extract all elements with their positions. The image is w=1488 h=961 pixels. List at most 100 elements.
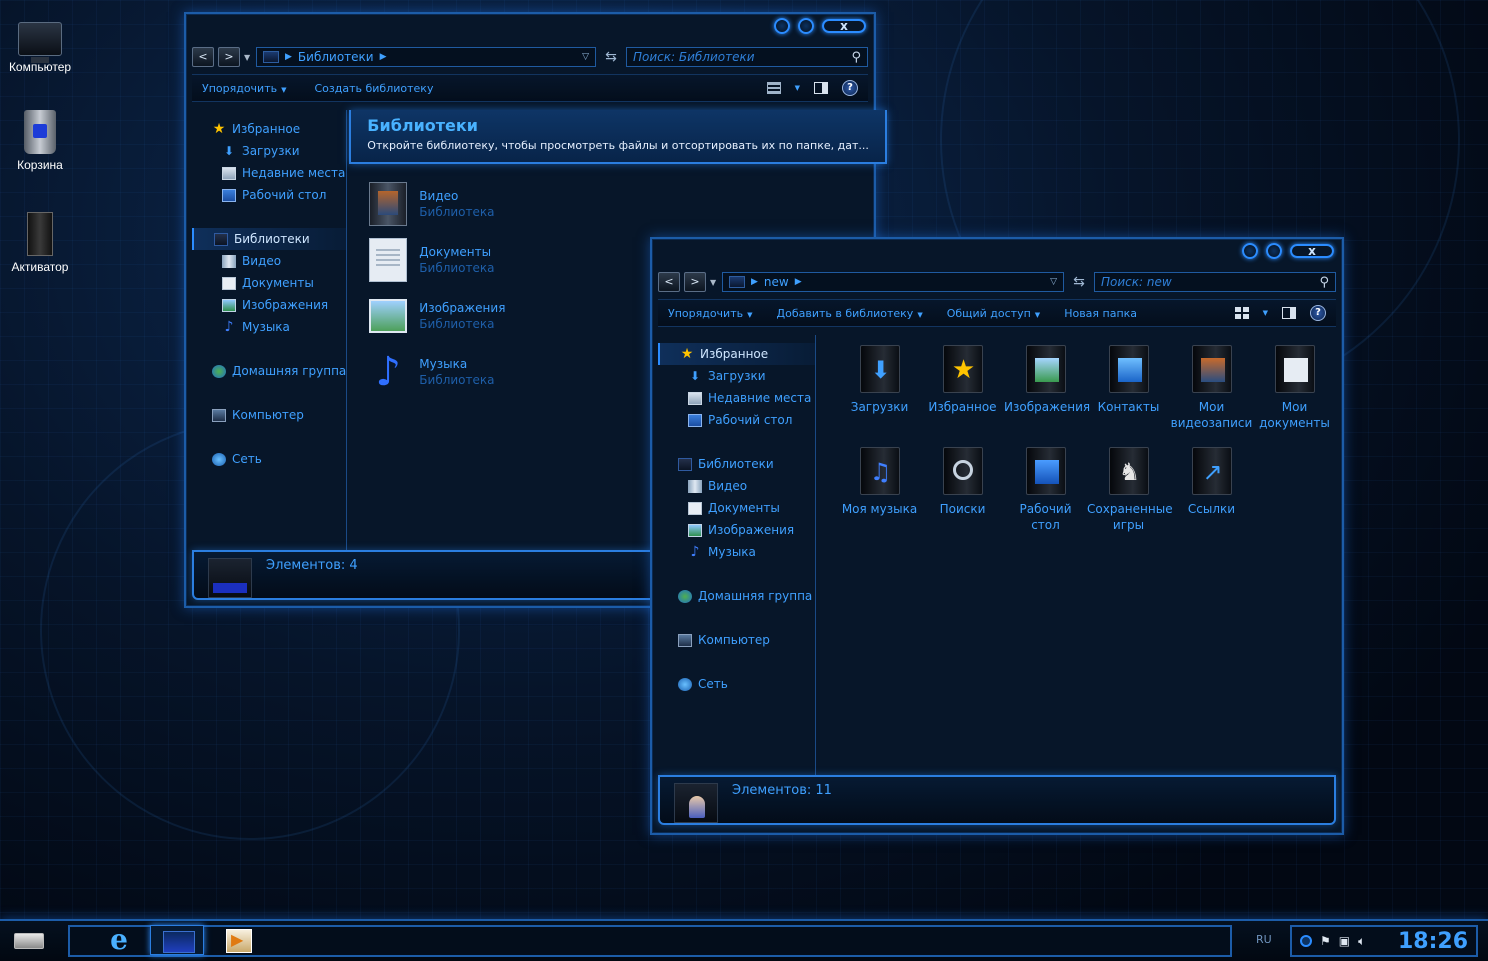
preview-pane-icon[interactable] [1282,307,1296,319]
close-button[interactable]: x [1290,244,1334,258]
address-bar[interactable]: ▶ new ▶ ▽ [722,272,1064,292]
nav-libraries[interactable]: Библиотеки [192,228,347,250]
address-dropdown-icon[interactable]: ▽ [1050,277,1057,287]
nav-homegroup[interactable]: Домашняя группа [658,585,815,607]
nav-libraries[interactable]: Библиотеки [658,453,815,475]
activator-icon [27,212,53,256]
preview-pane-icon[interactable] [814,82,828,94]
network-tray-icon[interactable]: ▣ [1339,934,1350,948]
folder-item[interactable]: Изображения [1004,341,1090,443]
view-details-icon[interactable] [766,82,781,94]
nav-images[interactable]: Изображения [192,294,346,316]
nav-music[interactable]: ♪ Музыка [192,316,346,338]
forward-button[interactable]: > [218,47,240,67]
search-icon[interactable]: ⚲ [851,50,861,65]
recent-pages-dropdown[interactable]: ▼ [244,53,252,62]
chevron-right-icon[interactable]: ▶ [380,52,387,62]
title-bar[interactable]: x [186,14,874,44]
folder-item[interactable]: Рабочий стол [1004,443,1087,545]
search-box[interactable]: ⚲ [626,47,868,67]
nav-homegroup[interactable]: Домашняя группа [192,360,346,382]
nav-favorites[interactable]: ★ Избранное [192,118,346,140]
nav-video[interactable]: Видео [192,250,346,272]
nav-desktop[interactable]: Рабочий стол [192,184,346,206]
explorer-taskbar-icon[interactable] [150,925,204,955]
language-indicator[interactable]: RU [1256,933,1272,946]
search-input[interactable] [1101,275,1320,289]
search-box[interactable]: ⚲ [1094,272,1336,292]
maximize-button[interactable] [798,18,814,34]
view-icons-icon[interactable] [1234,307,1249,319]
refresh-icon[interactable]: ⇆ [1068,272,1090,292]
folder-item[interactable]: ♫ Моя музыка [838,443,921,545]
back-button[interactable]: < [658,272,680,292]
new-folder-button[interactable]: Новая папка [1064,307,1137,320]
folder-item[interactable]: ↗ Ссылки [1170,443,1253,545]
help-icon[interactable]: ? [842,80,858,96]
search-icon[interactable]: ⚲ [1319,275,1329,290]
folder-item[interactable]: ★ Избранное [921,341,1004,443]
create-library-button[interactable]: Создать библиотеку [315,82,434,95]
clock[interactable]: 18:26 [1398,929,1468,954]
nav-computer[interactable]: Компьютер [192,404,346,426]
desktop-icon-recycle-bin[interactable]: Корзина [0,110,80,172]
nav-favorites[interactable]: ★ Избранное [658,343,815,365]
folder-item[interactable]: Мои видеозаписи [1170,341,1253,443]
nav-images[interactable]: Изображения [658,519,815,541]
refresh-icon[interactable]: ⇆ [600,47,622,67]
share-button[interactable]: Общий доступ ▼ [947,307,1040,320]
organize-button[interactable]: Упорядочить ▼ [202,82,287,95]
nav-recent-places[interactable]: Недавние места [658,387,815,409]
favorites-folder-icon: ★ [942,345,983,393]
tray-app-icon[interactable] [1300,935,1312,947]
breadcrumb-item[interactable]: new [764,275,789,289]
nav-music[interactable]: ♪ Музыка [658,541,815,563]
view-dropdown-icon[interactable]: ▼ [795,84,800,92]
recent-pages-dropdown[interactable]: ▼ [710,278,718,287]
nav-network[interactable]: Сеть [658,673,815,695]
chevron-right-icon[interactable]: ▶ [795,277,802,287]
nav-downloads[interactable]: ⬇ Загрузки [658,365,815,387]
breadcrumb-item[interactable]: Библиотеки [298,50,374,64]
nav-desktop[interactable]: Рабочий стол [658,409,815,431]
close-button[interactable]: x [822,19,866,33]
nav-recent-places[interactable]: Недавние места [192,162,346,184]
nav-computer[interactable]: Компьютер [658,629,815,651]
address-bar[interactable]: ▶ Библиотеки ▶ ▽ [256,47,596,67]
forward-button[interactable]: > [684,272,706,292]
nav-documents[interactable]: Документы [658,497,815,519]
view-dropdown-icon[interactable]: ▼ [1263,309,1268,317]
chevron-right-icon[interactable]: ▶ [285,52,292,62]
nav-video[interactable]: Видео [658,475,815,497]
minimize-button[interactable] [774,18,790,34]
chevron-right-icon[interactable]: ▶ [751,277,758,287]
nav-network[interactable]: Сеть [192,448,346,470]
minimize-button[interactable] [1242,243,1258,259]
nav-documents[interactable]: Документы [192,272,346,294]
help-icon[interactable]: ? [1310,305,1326,321]
title-bar[interactable]: x [652,239,1342,269]
internet-explorer-icon[interactable]: e [92,925,146,955]
folder-item[interactable]: ♞ Сохраненные игры [1087,443,1173,545]
command-bar: Упорядочить ▼ Создать библиотеку ▼ ? [192,74,868,102]
media-player-icon[interactable] [212,925,266,955]
folder-item[interactable]: Мои документы [1253,341,1336,443]
desktop-icon-computer[interactable]: Компьютер [0,14,80,74]
folder-item[interactable]: ⬇ Загрузки [838,341,921,443]
organize-button[interactable]: Упорядочить ▼ [668,307,753,320]
search-input[interactable] [633,50,852,64]
library-item-video[interactable]: Видео Библиотека [369,176,887,232]
maximize-button[interactable] [1266,243,1282,259]
add-to-library-button[interactable]: Добавить в библиотеку ▼ [777,307,923,320]
desktop-icon-activator[interactable]: Активатор [0,212,80,274]
start-button[interactable] [14,933,44,949]
network-icon [212,452,226,466]
folder-item[interactable]: Поиски [921,443,1004,545]
action-center-flag-icon[interactable]: ⚑ [1320,934,1331,948]
nav-downloads[interactable]: ⬇ Загрузки [192,140,346,162]
address-dropdown-icon[interactable]: ▽ [582,52,589,62]
folder-item[interactable]: Контакты [1087,341,1170,443]
volume-icon[interactable]: 🔈︎ [1358,934,1365,949]
computer-icon [18,22,62,63]
back-button[interactable]: < [192,47,214,67]
